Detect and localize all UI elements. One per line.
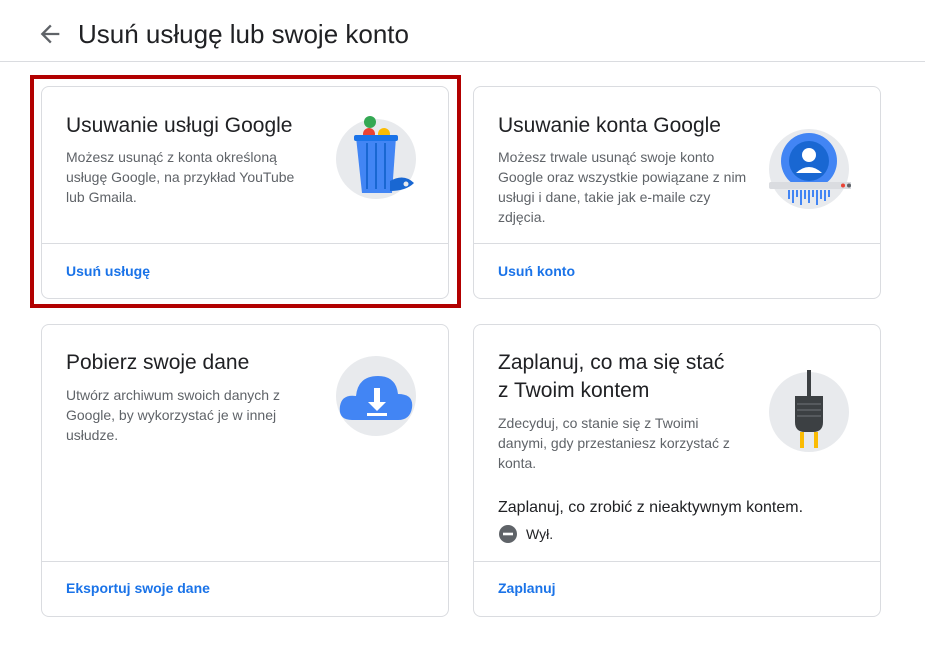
- delete-service-link[interactable]: Usuń usługę: [66, 261, 150, 281]
- plan-link[interactable]: Zaplanuj: [498, 578, 556, 598]
- status-row: Wył.: [498, 524, 553, 544]
- card-divider: [42, 561, 448, 562]
- card-description: Zdecyduj, co stanie się z Twoimi danymi,…: [498, 415, 730, 471]
- card-delete-account: Usuwanie konta Google Możesz trwale usun…: [473, 86, 881, 299]
- card-title: Usuwanie konta Google: [498, 114, 721, 137]
- card-divider: [42, 243, 448, 244]
- card-divider: [474, 243, 880, 244]
- trash-bin-icon: [336, 116, 416, 199]
- status-badge: Wył.: [526, 526, 554, 542]
- card-title: Usuwanie usługi Google: [66, 114, 293, 137]
- card-download-data: Pobierz swoje dane Utwórz archiwum swoic…: [41, 324, 449, 617]
- card-title: Pobierz swoje dane: [66, 351, 250, 374]
- account-shredder-icon: [769, 129, 851, 209]
- card-description: Utwórz archiwum swoich danych z Google, …: [66, 387, 280, 443]
- card-plan-account: Zaplanuj, co ma się stać z Twoim kontem …: [473, 324, 881, 617]
- card-delete-service: Usuwanie usługi Google Możesz usunąć z k…: [41, 86, 449, 299]
- card-title-line-2: z Twoim kontem: [498, 379, 650, 402]
- back-button[interactable]: [36, 20, 64, 48]
- export-data-link[interactable]: Eksportuj swoje dane: [66, 578, 210, 598]
- page-title: Usuń usługę lub swoje konto: [78, 19, 409, 49]
- inactive-account-label: Zaplanuj, co zrobić z nieaktywnym kontem…: [498, 499, 804, 516]
- page-header: Usuń usługę lub swoje konto: [0, 0, 925, 62]
- power-plug-icon: [769, 370, 849, 452]
- delete-account-link[interactable]: Usuń konto: [498, 261, 575, 281]
- card-title-line-1: Zaplanuj, co ma się stać: [498, 351, 725, 374]
- minus-circle-icon: [499, 525, 517, 543]
- card-description: Możesz usunąć z konta określoną usługę G…: [66, 149, 295, 205]
- arrow-back-icon: [40, 24, 60, 44]
- card-description: Możesz trwale usunąć swoje konto Google …: [498, 149, 747, 225]
- card-divider: [474, 561, 880, 562]
- cloud-download-icon: [336, 356, 416, 436]
